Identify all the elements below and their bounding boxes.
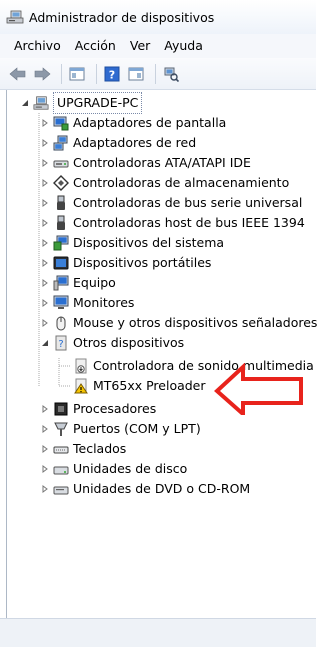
tree-item-adaptadores-red[interactable]: Adaptadores de red bbox=[39, 133, 196, 153]
tree-root[interactable]: UPGRADE-PC bbox=[19, 92, 143, 114]
ieee1394-icon bbox=[53, 215, 69, 231]
tree-item-label: Dispositivos del sistema bbox=[73, 235, 225, 250]
tree-item-equipo[interactable]: Equipo bbox=[39, 273, 116, 293]
tree-item-label: Controladoras de almacenamiento bbox=[73, 175, 290, 190]
menu-archivo[interactable]: Archivo bbox=[0, 36, 68, 56]
portable-devices-icon bbox=[53, 255, 69, 271]
tree-item-label: Controladoras de bus serie universal bbox=[73, 195, 303, 210]
tree-item-puertos[interactable]: Puertos (COM y LPT) bbox=[39, 419, 201, 439]
tree-item-procesadores[interactable]: Procesadores bbox=[39, 399, 156, 419]
toolbar-separator bbox=[61, 63, 62, 84]
unknown-device-icon bbox=[73, 358, 89, 374]
menu-accion[interactable]: Acción bbox=[68, 36, 123, 56]
expand-arrow-icon[interactable] bbox=[39, 403, 51, 415]
scan-hardware-icon[interactable] bbox=[161, 64, 181, 84]
title-bar: Administrador de dispositivos bbox=[0, 0, 316, 34]
forward-icon[interactable] bbox=[32, 64, 52, 84]
tree-item-label: Unidades de disco bbox=[73, 461, 188, 476]
menu-bar: Archivo Acción Ver Ayuda bbox=[0, 34, 316, 58]
tree-item-controladoras-almacenamiento[interactable]: Controladoras de almacenamiento bbox=[39, 173, 289, 193]
tree-item-dispositivos-portatiles[interactable]: Dispositivos portátiles bbox=[39, 253, 211, 273]
back-icon[interactable] bbox=[8, 64, 28, 84]
tree-item-controladoras-ata[interactable]: Controladoras ATA/ATAPI IDE bbox=[39, 153, 251, 173]
keyboard-icon bbox=[53, 441, 69, 457]
tree-item-label: Controladoras ATA/ATAPI IDE bbox=[73, 155, 251, 170]
device-tree: UPGRADE-PC Adaptadores de pantalla Adapt… bbox=[6, 90, 317, 618]
monitor-icon bbox=[53, 295, 69, 311]
tree-item-label: Controladoras host de bus IEEE 1394 bbox=[73, 215, 305, 230]
tree-item-label: Mouse y otros dispositivos señaladores bbox=[73, 315, 317, 330]
toolbar-separator bbox=[96, 63, 97, 84]
tree-root-label: UPGRADE-PC bbox=[53, 92, 143, 114]
expand-arrow-icon[interactable] bbox=[39, 483, 51, 495]
network-adapter-icon bbox=[53, 135, 69, 151]
expand-arrow-icon[interactable] bbox=[39, 117, 51, 129]
display-adapter-icon bbox=[53, 115, 69, 131]
computer-icon bbox=[53, 275, 69, 291]
menu-ver[interactable]: Ver bbox=[123, 36, 157, 56]
tree-item-label: Teclados bbox=[73, 441, 127, 456]
mouse-icon bbox=[53, 315, 69, 331]
tree-item-mt65xx-preloader[interactable]: MT65xx Preloader bbox=[73, 376, 206, 396]
ide-controller-icon bbox=[53, 155, 69, 171]
expand-arrow-icon[interactable] bbox=[39, 157, 51, 169]
svg-text:?: ? bbox=[109, 68, 115, 81]
expand-arrow-icon[interactable] bbox=[39, 137, 51, 149]
tree-item-unidades-disco[interactable]: Unidades de disco bbox=[39, 459, 187, 479]
tree-item-teclados[interactable]: Teclados bbox=[39, 439, 126, 459]
tree-item-label: Otros dispositivos bbox=[73, 335, 185, 350]
tree-item-label: MT65xx Preloader bbox=[93, 378, 206, 393]
other-devices-icon: ? bbox=[53, 335, 69, 351]
expand-arrow-icon[interactable] bbox=[39, 257, 51, 269]
collapse-arrow-icon[interactable] bbox=[19, 97, 31, 109]
expand-arrow-icon[interactable] bbox=[39, 237, 51, 249]
properties-icon[interactable] bbox=[67, 64, 87, 84]
tree-item-label: Unidades de DVD o CD-ROM bbox=[73, 481, 251, 496]
tree-item-label: Dispositivos portátiles bbox=[73, 255, 212, 270]
toolbar-separator bbox=[155, 63, 156, 84]
toolbar: ? bbox=[0, 58, 316, 90]
dvd-drive-icon bbox=[53, 481, 69, 497]
unknown-device-warning-icon bbox=[73, 378, 89, 394]
annotation-arrow bbox=[214, 363, 303, 415]
expand-arrow-icon[interactable] bbox=[39, 463, 51, 475]
tree-item-label: Monitores bbox=[73, 295, 135, 310]
expand-arrow-icon[interactable] bbox=[39, 317, 51, 329]
tree-item-monitores[interactable]: Monitores bbox=[39, 293, 134, 313]
disk-drive-icon bbox=[53, 461, 69, 477]
tree-item-controladoras-usb[interactable]: Controladoras de bus serie universal bbox=[39, 193, 302, 213]
usb-icon bbox=[53, 195, 69, 211]
expand-arrow-icon[interactable] bbox=[39, 217, 51, 229]
expand-arrow-icon[interactable] bbox=[39, 423, 51, 435]
tree-item-mouse[interactable]: Mouse y otros dispositivos señaladores bbox=[39, 313, 317, 333]
tree-item-label: Procesadores bbox=[73, 401, 157, 416]
tree-item-label: Adaptadores de pantalla bbox=[73, 115, 227, 130]
port-icon bbox=[53, 421, 69, 437]
computer-icon bbox=[33, 95, 49, 111]
tree-item-unidades-dvd[interactable]: Unidades de DVD o CD-ROM bbox=[39, 479, 250, 499]
view-icon[interactable] bbox=[126, 64, 146, 84]
svg-text:?: ? bbox=[58, 339, 63, 350]
tree-item-dispositivos-sistema[interactable]: Dispositivos del sistema bbox=[39, 233, 224, 253]
expand-arrow-icon[interactable] bbox=[39, 277, 51, 289]
expand-arrow-icon[interactable] bbox=[39, 177, 51, 189]
expand-arrow-icon[interactable] bbox=[39, 297, 51, 309]
expand-arrow-icon[interactable] bbox=[39, 197, 51, 209]
collapse-arrow-icon[interactable] bbox=[39, 337, 51, 349]
storage-controller-icon bbox=[53, 175, 69, 191]
window-title: Administrador de dispositivos bbox=[29, 9, 215, 25]
status-bar bbox=[0, 618, 316, 647]
processor-icon bbox=[53, 401, 69, 417]
tree-item-label: Equipo bbox=[73, 275, 116, 290]
device-manager-icon bbox=[6, 10, 24, 24]
menu-ayuda[interactable]: Ayuda bbox=[157, 36, 210, 56]
help-icon[interactable]: ? bbox=[102, 64, 122, 84]
system-devices-icon bbox=[53, 235, 69, 251]
tree-item-label: Adaptadores de red bbox=[73, 135, 197, 150]
tree-item-controladoras-ieee1394[interactable]: Controladoras host de bus IEEE 1394 bbox=[39, 213, 305, 233]
expand-arrow-icon[interactable] bbox=[39, 443, 51, 455]
tree-item-otros-dispositivos[interactable]: ? Otros dispositivos bbox=[39, 333, 184, 353]
tree-item-adaptadores-pantalla[interactable]: Adaptadores de pantalla bbox=[39, 113, 226, 133]
tree-item-label: Puertos (COM y LPT) bbox=[73, 421, 201, 436]
